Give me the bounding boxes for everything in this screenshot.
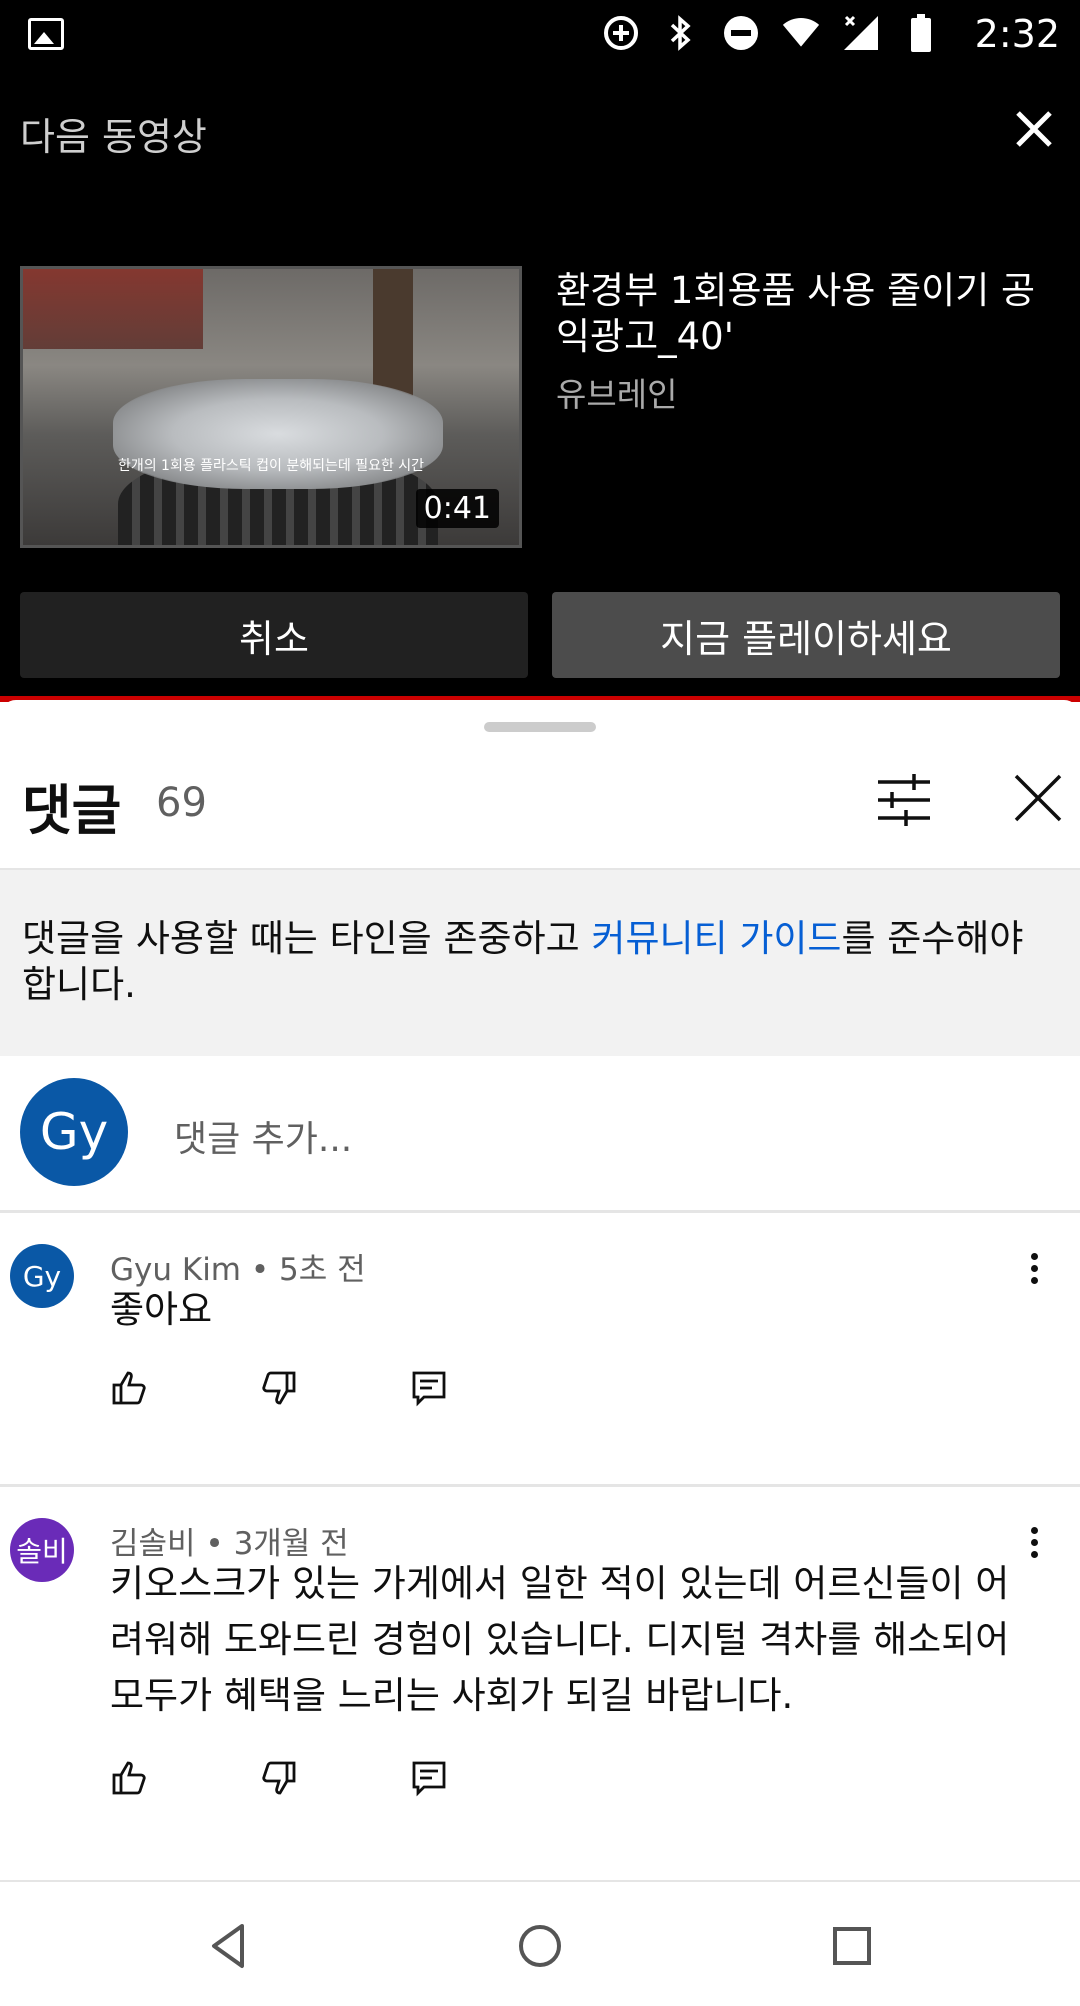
more-options-icon[interactable] <box>1024 1522 1044 1572</box>
comment-text: 키오스크가 있는 가게에서 일한 적이 있는데 어르신들이 어려워해 도와드린 … <box>110 1562 1010 1717</box>
drag-handle[interactable] <box>484 722 596 732</box>
add-comment-input[interactable]: 댓글 추가... <box>174 1110 352 1162</box>
battery-icon <box>902 14 940 52</box>
comment-count: 69 <box>156 780 207 826</box>
dislike-icon[interactable] <box>260 1754 410 1802</box>
signal-icon <box>842 14 880 52</box>
divider <box>0 1210 1080 1213</box>
sort-filter-icon[interactable] <box>876 774 932 826</box>
do-not-disturb-icon <box>722 14 760 52</box>
status-bar: 2:32 <box>0 0 1080 70</box>
video-thumbnail[interactable]: 한개의 1회용 플라스틱 컵이 분해되는데 필요한 시간 0:41 <box>20 266 522 548</box>
up-next-panel: 다음 동영상 한개의 1회용 플라스틱 컵이 분해되는데 필요한 시간 0:41… <box>0 70 1080 698</box>
thumbnail-umbrella <box>23 269 203 349</box>
bluetooth-icon <box>662 14 700 52</box>
thumbnail-caption: 한개의 1회용 플라스틱 컵이 분해되는데 필요한 시간 <box>117 458 425 474</box>
community-guideline-notice: 댓글을 사용할 때는 타인을 존중하고 커뮤니티 가이드를 준수해야 합니다. <box>0 870 1080 1056</box>
gallery-icon <box>28 18 64 50</box>
more-options-icon[interactable] <box>1024 1248 1044 1298</box>
comment-actions <box>110 1364 560 1412</box>
add-comment-row[interactable]: Gy 댓글 추가... <box>0 1056 1080 1206</box>
reply-icon[interactable] <box>410 1754 560 1802</box>
reply-icon[interactable] <box>410 1364 560 1412</box>
video-title[interactable]: 환경부 1회용품 사용 줄이기 공익광고_40' <box>556 268 1056 360</box>
cancel-button[interactable]: 취소 <box>20 592 528 678</box>
close-icon[interactable] <box>1010 105 1058 153</box>
play-now-button[interactable]: 지금 플레이하세요 <box>552 592 1060 678</box>
close-icon[interactable] <box>1012 772 1064 824</box>
clock: 2:32 <box>974 12 1060 56</box>
avatar[interactable]: Gy <box>10 1244 74 1308</box>
avatar: Gy <box>20 1078 128 1186</box>
avatar[interactable]: 솔비 <box>10 1518 74 1582</box>
comment-text: 좋아요 <box>110 1288 213 1331</box>
channel-name[interactable]: 유브레인 <box>556 368 677 416</box>
data-saver-icon <box>602 14 640 52</box>
comments-sheet: 댓글 69 댓글을 사용할 때는 타인을 존중하고 커뮤니티 가이드를 준수해야… <box>0 700 1080 1880</box>
duration-badge: 0:41 <box>415 489 499 528</box>
comments-heading: 댓글 <box>22 779 122 842</box>
community-guidelines-link[interactable]: 커뮤니티 가이드 <box>591 917 841 960</box>
comment-actions <box>110 1754 560 1802</box>
back-icon[interactable] <box>202 1918 258 1974</box>
home-icon[interactable] <box>512 1918 568 1974</box>
guideline-text: 댓글을 사용할 때는 타인을 존중하고 커뮤니티 가이드를 준수해야 합니다. <box>22 916 1062 1008</box>
up-next-label: 다음 동영상 <box>20 115 207 159</box>
divider <box>0 1484 1080 1487</box>
navigation-bar <box>0 1880 1080 2006</box>
guideline-prefix: 댓글을 사용할 때는 타인을 존중하고 <box>22 917 592 960</box>
recents-icon[interactable] <box>824 1918 880 1974</box>
dislike-icon[interactable] <box>260 1364 410 1412</box>
wifi-icon <box>782 14 820 52</box>
like-icon[interactable] <box>110 1754 260 1802</box>
like-icon[interactable] <box>110 1364 260 1412</box>
